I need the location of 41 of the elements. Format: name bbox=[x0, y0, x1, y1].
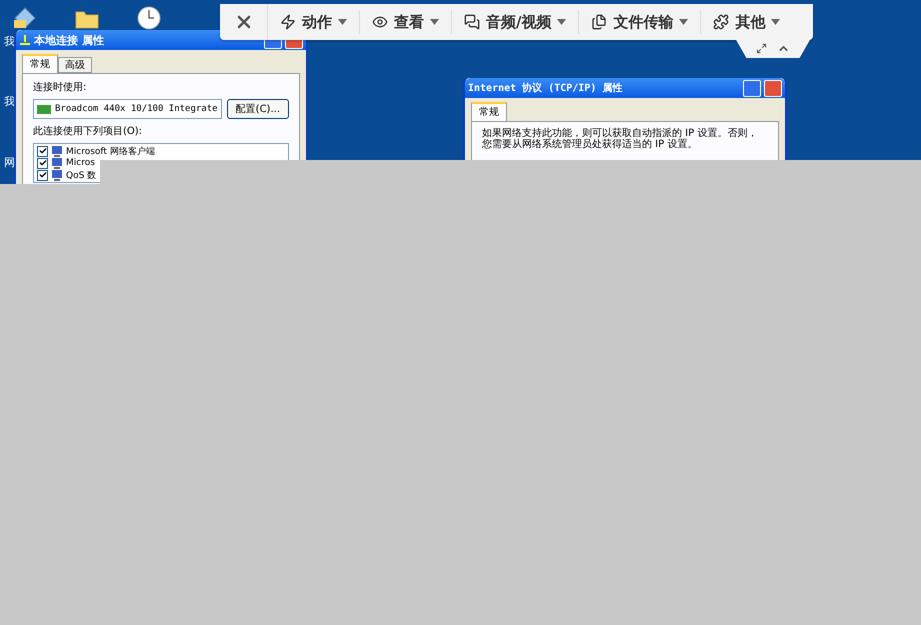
menu-button[interactable]: 查看 bbox=[360, 10, 452, 34]
network-card-icon bbox=[37, 104, 51, 114]
help-button[interactable] bbox=[743, 80, 761, 96]
adapter-field: Broadcom 440x 10/100 Integrate bbox=[33, 99, 222, 119]
window-title: 本地连接 属性 bbox=[34, 32, 105, 48]
puzzle-icon bbox=[713, 14, 730, 30]
tab[interactable]: 常规 bbox=[22, 54, 58, 73]
documents-icon bbox=[591, 14, 608, 30]
description-text: 如果网络支持此功能，则可以获取自动指派的 IP 设置。否则， bbox=[482, 128, 758, 139]
connect-using-label: 连接时使用: bbox=[33, 80, 88, 94]
checkbox[interactable] bbox=[37, 170, 48, 180]
computer-icon bbox=[51, 170, 63, 180]
configure-button[interactable]: 配置(C)... bbox=[226, 99, 289, 119]
caret-icon bbox=[557, 19, 566, 25]
computer-icon bbox=[51, 158, 63, 168]
caret-icon bbox=[679, 19, 688, 25]
tab[interactable]: 常规 bbox=[471, 102, 507, 121]
fullscreen-button[interactable] bbox=[756, 42, 767, 54]
window-title: Internet 协议 (TCP/IP) 属性 bbox=[468, 82, 624, 95]
list-item[interactable]: Micros bbox=[66, 158, 95, 168]
desktop-icon-label: 网 bbox=[4, 155, 15, 170]
menu-button[interactable]: 音频/视频 bbox=[452, 10, 580, 34]
menu-button[interactable]: 动作 bbox=[268, 10, 360, 34]
caret-icon bbox=[430, 19, 439, 25]
description-text: 您需要从网络系统管理员处获得适当的 IP 设置。 bbox=[482, 139, 698, 150]
clock-icon[interactable] bbox=[136, 6, 162, 30]
checkbox[interactable] bbox=[37, 158, 48, 168]
list-item[interactable]: QoS 数 bbox=[66, 168, 96, 182]
items-label: 此连接使用下列项目(O): bbox=[33, 124, 144, 138]
lightning-icon bbox=[280, 14, 296, 30]
caret-icon bbox=[771, 19, 780, 25]
checkbox[interactable] bbox=[37, 146, 48, 156]
menu-button[interactable]: 文件传输 bbox=[579, 10, 702, 34]
computer-icon bbox=[51, 146, 63, 156]
list-item[interactable]: Microsoft 网络客户端 bbox=[66, 144, 155, 158]
expand-arrows-icon bbox=[756, 42, 767, 54]
caret-icon bbox=[338, 19, 347, 25]
chat-bubbles-icon bbox=[464, 14, 480, 30]
menu-button[interactable]: 其他 bbox=[701, 10, 792, 34]
eye-icon bbox=[372, 14, 388, 30]
tab[interactable]: 高级 bbox=[58, 57, 92, 73]
